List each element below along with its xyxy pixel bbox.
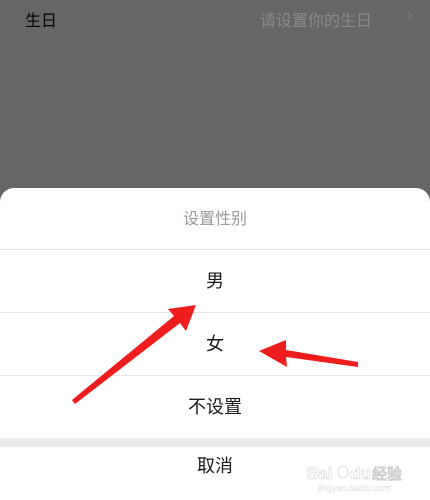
option-female[interactable]: 女: [0, 313, 430, 376]
gender-action-sheet: 设置性别 男 女 不设置 取消: [0, 188, 430, 500]
svg-text:jingyan.baidu.com: jingyan.baidu.com: [317, 483, 391, 493]
birthday-placeholder: 请设置你的生日: [259, 11, 372, 30]
svg-text:经验: 经验: [372, 465, 403, 483]
sheet-title: 设置性别: [0, 188, 430, 250]
birthday-label: 生日: [25, 11, 58, 30]
svg-text:Bai: Bai: [306, 464, 332, 483]
birthday-row[interactable]: 生日 请设置你的生日 ›: [0, 0, 430, 36]
sheet-divider-gap: [0, 438, 430, 447]
option-male[interactable]: 男: [0, 250, 430, 313]
page: 生日 请设置你的生日 › 设置性别 男 女 不设置 取消 Bai du 经验 j…: [0, 0, 430, 500]
svg-text:du: du: [350, 464, 371, 483]
chevron-right-icon: ›: [406, 5, 414, 26]
option-not-set[interactable]: 不设置: [0, 376, 430, 439]
baidu-jingyan-watermark: Bai du 经验 jingyan.baidu.com: [306, 464, 404, 493]
